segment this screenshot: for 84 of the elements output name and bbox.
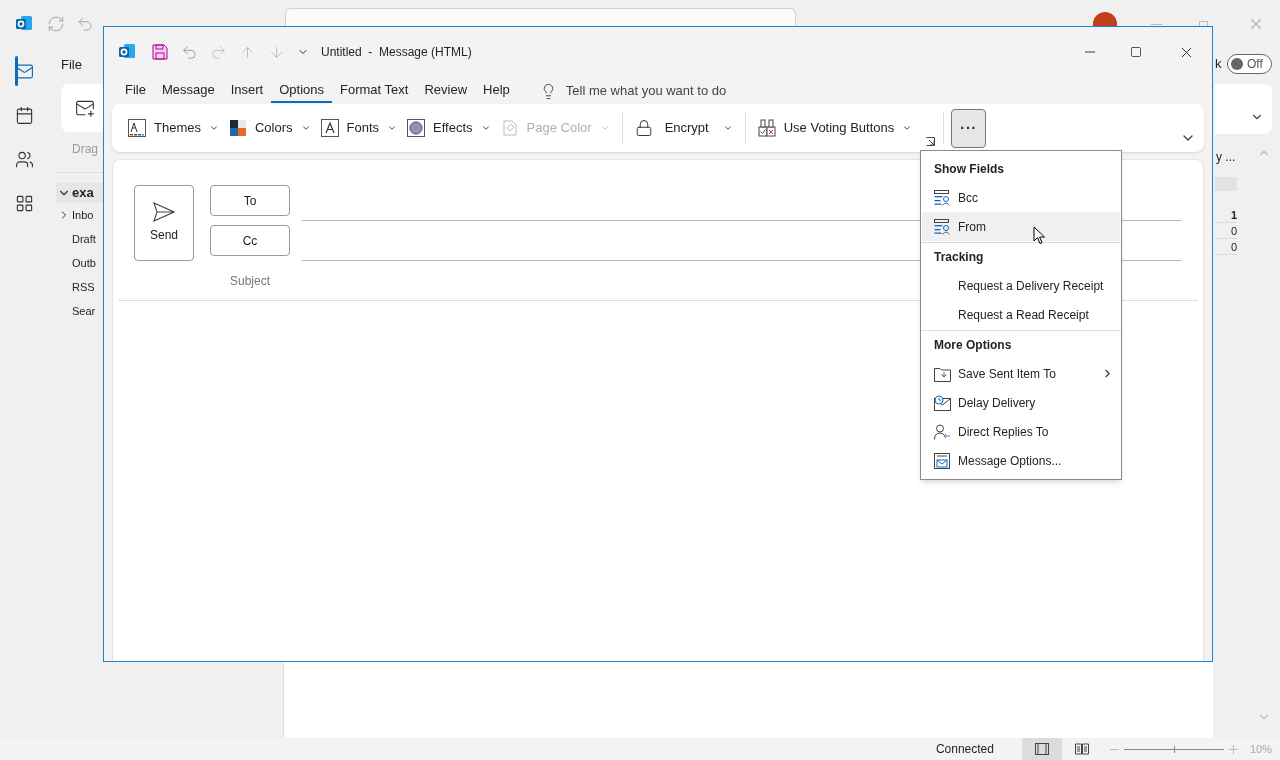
menu-item[interactable]: Request a Delivery Receipt — [922, 271, 1120, 300]
account-name[interactable]: exa — [72, 183, 94, 203]
apps-icon[interactable] — [14, 194, 34, 213]
sync-icon[interactable] — [47, 15, 65, 33]
ribbon-tab[interactable]: Message — [153, 79, 223, 103]
field-icon — [934, 189, 951, 206]
outlook-logo — [118, 43, 136, 61]
menu-item[interactable]: Direct Replies To — [922, 417, 1120, 446]
normal-view-button[interactable] — [1021, 738, 1062, 760]
folder-item[interactable]: Inbo — [72, 206, 94, 224]
menu-heading: Tracking — [934, 249, 984, 266]
toggle-switch[interactable]: Off — [1227, 54, 1272, 74]
ribbon-command[interactable]: Effects — [407, 112, 501, 144]
menu-item[interactable]: Request a Read Receipt — [922, 300, 1120, 329]
caret-icon — [722, 123, 733, 133]
person-reply-icon — [934, 423, 951, 440]
send-button[interactable]: Send — [134, 185, 194, 261]
ribbon-tab[interactable]: Review — [416, 79, 476, 103]
caret-icon — [387, 123, 398, 133]
people-icon[interactable] — [14, 150, 34, 169]
folder-item[interactable]: Sear — [72, 302, 96, 320]
zoom-level: 10% — [1249, 741, 1272, 757]
status-text: Connected — [935, 741, 994, 758]
search-field[interactable] — [285, 8, 796, 26]
book-icon — [1074, 743, 1089, 755]
mouse-cursor-icon — [1033, 226, 1046, 245]
folder-item[interactable]: RSS — [72, 278, 95, 296]
delay-icon — [934, 394, 951, 411]
calendar-icon[interactable] — [14, 106, 34, 125]
caret-icon — [599, 123, 610, 133]
folder-item[interactable]: Draft — [72, 230, 96, 248]
lock-icon — [634, 119, 653, 137]
unread-count: 0 — [1215, 223, 1237, 239]
avatar[interactable] — [1093, 12, 1117, 26]
caret-icon — [208, 123, 219, 133]
ribbon-command[interactable]: Fonts — [320, 112, 408, 144]
zoom-in-icon[interactable] — [1228, 744, 1238, 754]
toggle-label: k — [1215, 55, 1223, 74]
ribbon-command[interactable]: Use Voting Buttons — [757, 112, 923, 144]
field-icon — [934, 218, 951, 235]
caret-icon — [480, 123, 491, 133]
undo-icon[interactable] — [181, 43, 198, 61]
undo-icon[interactable] — [76, 15, 94, 33]
dialog-launcher-icon[interactable] — [926, 137, 936, 146]
send-icon — [153, 202, 175, 222]
ribbon-tab[interactable]: Insert — [222, 79, 272, 103]
ribbon-tab[interactable]: Format Text — [332, 79, 417, 103]
menu-item[interactable]: Save Sent Item To — [922, 359, 1120, 388]
ribbon-tab[interactable]: Help — [475, 79, 518, 103]
more-options-button[interactable]: ··· — [951, 108, 987, 148]
caret-icon — [300, 123, 311, 133]
page-color-icon — [500, 119, 519, 137]
zoom-slider[interactable] — [1123, 744, 1224, 754]
outlook-logo — [15, 15, 33, 33]
colors-icon — [228, 119, 247, 137]
menu-item[interactable]: Bcc — [922, 183, 1120, 212]
themes-icon — [128, 119, 146, 137]
menu-item[interactable]: From — [922, 212, 1120, 241]
effects-icon — [407, 119, 426, 137]
folder-icon — [934, 365, 951, 382]
folder-item[interactable]: Outb — [72, 254, 96, 272]
caret-icon — [902, 123, 913, 133]
nav-selection-bar — [15, 56, 18, 86]
unread-count: 0 — [1215, 239, 1237, 255]
fonts-icon — [320, 119, 339, 137]
save-icon[interactable] — [152, 44, 168, 60]
menu-heading: Show Fields — [934, 161, 1004, 178]
voting-icon — [757, 119, 776, 137]
normal-view-icon — [1034, 743, 1049, 755]
message-options-icon — [934, 452, 951, 469]
menu-heading: More Options — [934, 337, 1012, 354]
column-header: y ... — [1216, 149, 1237, 166]
ribbon-tab[interactable]: File — [117, 79, 154, 103]
cc-button[interactable]: Cc — [210, 225, 290, 256]
subject-label: Subject — [230, 272, 271, 290]
ribbon-command[interactable]: Encrypt — [634, 112, 743, 144]
menu-item[interactable]: Delay Delivery — [922, 388, 1120, 417]
window-title: Untitled - Message (HTML) — [321, 44, 472, 61]
maximize-icon[interactable] — [1130, 46, 1142, 58]
menu-item[interactable]: Message Options... — [922, 446, 1120, 475]
to-button[interactable]: To — [210, 185, 290, 216]
unread-count: 1 — [1215, 207, 1237, 223]
tell-me-field[interactable]: Tell me what you want to do — [565, 81, 727, 101]
ribbon-tab[interactable]: File — [61, 55, 82, 75]
